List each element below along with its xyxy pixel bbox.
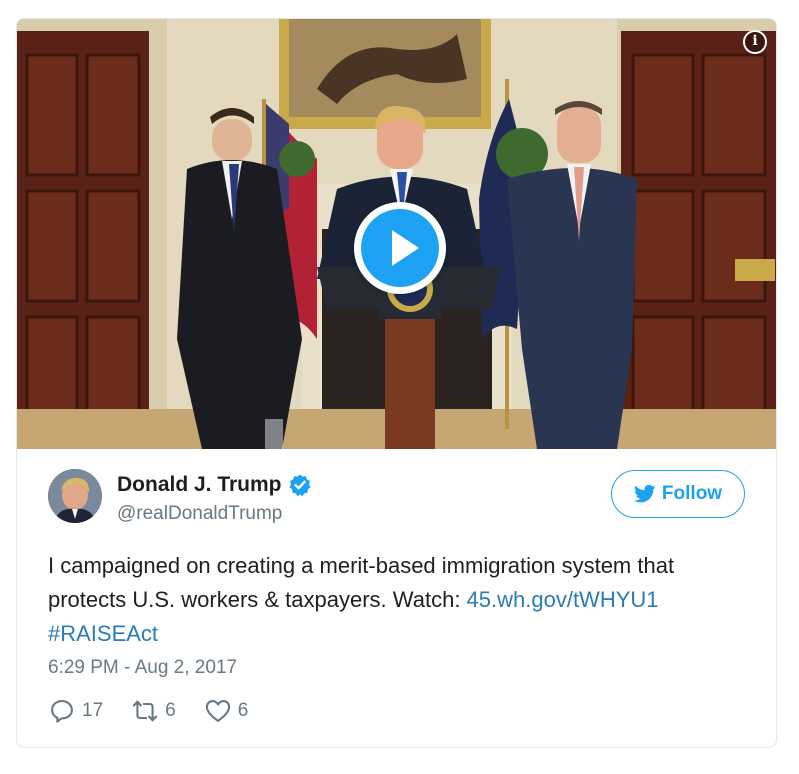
twitter-bird-icon bbox=[633, 484, 656, 503]
like-button[interactable]: 6 bbox=[204, 697, 249, 725]
author-name-row: Donald J. Trump bbox=[117, 473, 312, 497]
like-count: 6 bbox=[237, 700, 249, 721]
avatar-image bbox=[48, 469, 102, 523]
heart-icon bbox=[205, 700, 230, 722]
reply-icon bbox=[51, 700, 73, 723]
tweet-card: i Donald J. Trump @realDonaldTrump Follo… bbox=[16, 18, 777, 748]
author-handle[interactable]: @realDonaldTrump bbox=[117, 503, 282, 525]
reply-button[interactable]: 17 bbox=[48, 697, 103, 725]
play-button[interactable] bbox=[354, 202, 446, 294]
video-thumbnail[interactable]: i bbox=[17, 19, 776, 449]
retweet-icon bbox=[133, 700, 158, 722]
follow-button[interactable]: Follow bbox=[611, 470, 745, 518]
avatar[interactable] bbox=[48, 469, 102, 523]
tweet-link[interactable]: 45.wh.gov/tWHYU1 bbox=[467, 587, 659, 612]
tweet-text: I campaigned on creating a merit-based i… bbox=[48, 549, 748, 651]
tweet-hashtag[interactable]: #RAISEAct bbox=[48, 621, 158, 646]
retweet-count: 6 bbox=[165, 700, 176, 721]
verified-badge-icon bbox=[288, 473, 312, 497]
retweet-button[interactable]: 6 bbox=[131, 697, 176, 725]
author-name[interactable]: Donald J. Trump bbox=[117, 473, 282, 497]
follow-label: Follow bbox=[661, 483, 723, 504]
tweet-actions: 17 6 6 bbox=[48, 697, 276, 725]
info-icon[interactable]: i bbox=[743, 30, 767, 54]
tweet-timestamp[interactable]: 6:29 PM - Aug 2, 2017 bbox=[48, 657, 237, 679]
play-icon bbox=[361, 209, 439, 287]
reply-count: 17 bbox=[82, 700, 104, 721]
